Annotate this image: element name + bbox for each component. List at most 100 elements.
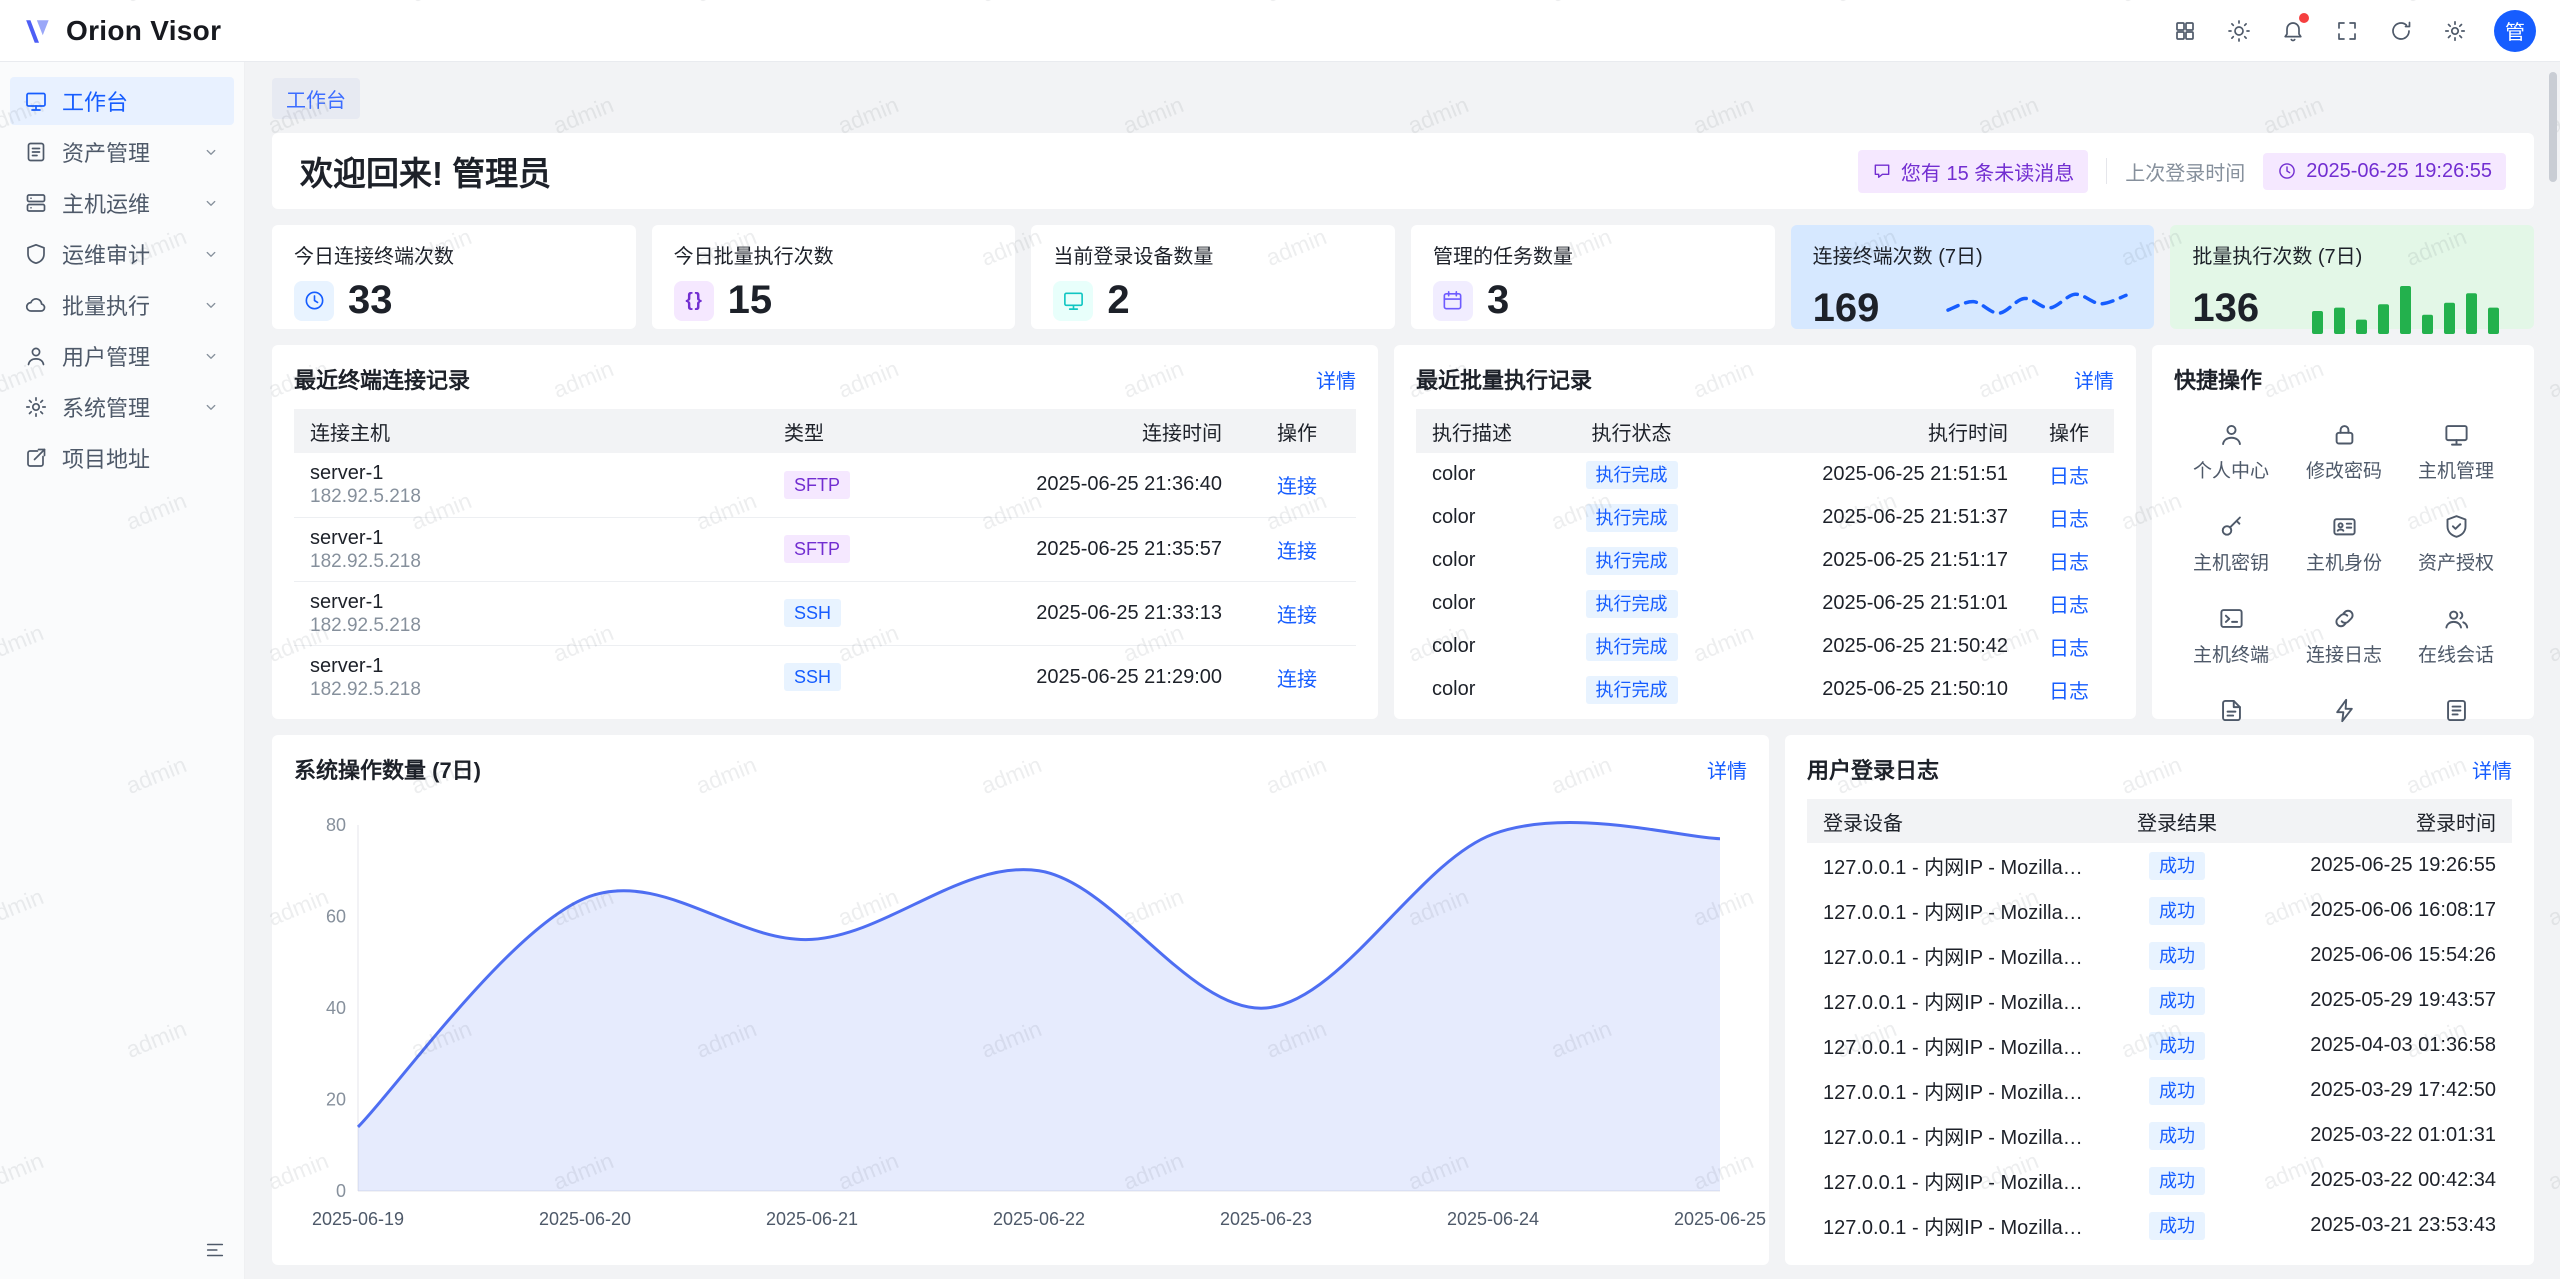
sidebar-item-audit[interactable]: 运维审计 (10, 230, 234, 278)
quick-action-profile[interactable]: 个人中心 (2174, 409, 2288, 495)
notification-bell-icon[interactable] (2270, 8, 2316, 54)
table-header-row: 执行描述 执行状态 执行时间 操作 (1416, 409, 2114, 453)
quick-action-asset-authorization[interactable]: 资产授权 (2400, 501, 2512, 587)
login-result-badge: 成功 (2149, 1077, 2205, 1105)
welcome-banner: 欢迎回来! 管理员 您有 15 条未读消息 上次登录时间 2025-06-25 … (272, 133, 2534, 209)
breadcrumb[interactable]: 工作台 (272, 78, 360, 119)
table-row: color 执行完成 2025-06-25 21:51:01 日志 (1416, 582, 2114, 625)
sidebar-item-project-url[interactable]: 项目地址 (10, 434, 234, 482)
log-link[interactable]: 日志 (2049, 509, 2089, 531)
log-link[interactable]: 日志 (2049, 595, 2089, 617)
fullscreen-icon[interactable] (2324, 8, 2370, 54)
exec-desc: color (1416, 496, 1539, 539)
log-list-icon (2443, 697, 2470, 724)
batch-sparkline-chart (2308, 278, 2512, 338)
sidebar-item-workbench[interactable]: 工作台 (10, 77, 234, 125)
sidebar-item-label: 系统管理 (62, 391, 150, 423)
quick-action-host-keys[interactable]: 主机密钥 (2174, 501, 2288, 587)
login-detail-link[interactable]: 详情 (2472, 755, 2512, 784)
quick-action-host-terminal[interactable]: 主机终端 (2174, 593, 2288, 679)
table-row: color 执行完成 2025-06-25 21:51:37 日志 (1416, 496, 2114, 539)
sidebar-item-user-mgmt[interactable]: 用户管理 (10, 332, 234, 380)
quick-action-label: 主机密钥 (2193, 548, 2269, 575)
col-action: 操作 (1238, 409, 1356, 453)
table-row: color 执行完成 2025-06-25 21:51:51 日志 (1416, 453, 2114, 496)
dashboard-icon (24, 89, 48, 113)
scrollbar-thumb[interactable] (2549, 72, 2557, 182)
sidebar-item-assets[interactable]: 资产管理 (10, 128, 234, 176)
login-result-badge: 成功 (2149, 1167, 2205, 1195)
login-device: 127.0.0.1 - 内网IP - Mozilla/5.0 (Windows … (1807, 1068, 2102, 1113)
protocol-badge: SSH (784, 663, 841, 691)
app-logo[interactable]: Orion Visor (24, 15, 221, 47)
svg-text:2025-06-24: 2025-06-24 (1447, 1209, 1539, 1229)
quick-action-host-management[interactable]: 主机管理 (2400, 409, 2512, 495)
last-login-label: 上次登录时间 (2125, 157, 2245, 186)
connect-link[interactable]: 连接 (1277, 541, 1317, 563)
sidebar-collapse-icon[interactable] (198, 1233, 232, 1267)
audit-shield-icon (24, 242, 48, 266)
terminal-sparkline-chart (1942, 278, 2132, 338)
stats-row: 今日连接终端次数 33 今日批量执行次数 { } 15 当前登录设备数量 2 管… (272, 225, 2534, 329)
sidebar-item-system-mgmt[interactable]: 系统管理 (10, 383, 234, 431)
sidebar-item-batch-exec[interactable]: 批量执行 (10, 281, 234, 329)
quick-action-connection-logs[interactable]: 连接日志 (2288, 593, 2400, 679)
exec-time: 2025-06-25 21:50:10 (1724, 668, 2024, 711)
card-title: 最近批量执行记录 (1416, 363, 1592, 395)
batch-detail-link[interactable]: 详情 (2074, 365, 2114, 394)
stat-value: 2 (1107, 278, 1129, 323)
log-link[interactable]: 日志 (2049, 552, 2089, 574)
exec-time: 2025-06-25 21:51:37 (1724, 496, 2024, 539)
terminal-table: 连接主机 类型 连接时间 操作 server-1182.92.5.218 SFT… (294, 409, 1356, 709)
avatar-text: 管 (2505, 16, 2525, 45)
monitor-icon (2443, 421, 2470, 448)
refresh-icon[interactable] (2378, 8, 2424, 54)
sidebar-item-label: 运维审计 (62, 238, 150, 270)
log-link[interactable]: 日志 (2049, 638, 2089, 660)
login-device: 127.0.0.1 - 内网IP - Mozilla/5.0 (Windows … (1807, 933, 2102, 978)
stat-value: 169 (1813, 286, 1880, 331)
quick-action-label: 主机管理 (2418, 456, 2494, 483)
theme-sun-icon[interactable] (2216, 8, 2262, 54)
stat-card-batch-today: 今日批量执行次数 { } 15 (652, 225, 1016, 329)
last-login-time-badge: 2025-06-25 19:26:55 (2263, 153, 2506, 190)
sidebar-item-label: 项目地址 (62, 442, 150, 474)
stat-card-tasks: 管理的任务数量 3 (1411, 225, 1775, 329)
terminal-detail-link[interactable]: 详情 (1316, 365, 1356, 394)
sidebar-item-label: 主机运维 (62, 187, 150, 219)
link-chain-icon (2331, 605, 2358, 632)
apps-grid-icon[interactable] (2162, 8, 2208, 54)
status-badge: 执行完成 (1586, 504, 1678, 532)
login-time: 2025-06-06 16:08:17 (2252, 888, 2512, 933)
table-row: 127.0.0.1 - 内网IP - Mozilla/5.0 (Windows … (1807, 933, 2512, 978)
connect-link[interactable]: 连接 (1277, 669, 1317, 691)
quick-action-online-sessions[interactable]: 在线会话 (2400, 593, 2512, 679)
svg-text:2025-06-21: 2025-06-21 (766, 1209, 858, 1229)
quick-action-change-password[interactable]: 修改密码 (2288, 409, 2400, 495)
quick-action-label: 主机终端 (2193, 640, 2269, 667)
table-row: 127.0.0.1 - 内网IP - Mozilla/5.0 (Windows … (1807, 1158, 2512, 1203)
login-time: 2025-03-22 01:01:31 (2252, 1113, 2512, 1158)
batch-table: 执行描述 执行状态 执行时间 操作 color 执行完成 2025-06-25 … (1416, 409, 2114, 711)
col-time: 登录时间 (2252, 799, 2512, 843)
log-link[interactable]: 日志 (2049, 681, 2089, 703)
sidebar-item-host-ops[interactable]: 主机运维 (10, 179, 234, 227)
unread-messages-badge[interactable]: 您有 15 条未读消息 (1858, 150, 2088, 193)
login-time: 2025-04-03 01:36:58 (2252, 1023, 2512, 1068)
host-name: server-1 (310, 461, 752, 485)
quick-action-host-identity[interactable]: 主机身份 (2288, 501, 2400, 587)
log-link[interactable]: 日志 (2049, 466, 2089, 488)
connect-link[interactable]: 连接 (1277, 476, 1317, 498)
login-result-badge: 成功 (2149, 852, 2205, 880)
main-content: 工作台 欢迎回来! 管理员 您有 15 条未读消息 上次登录时间 2025-06… (246, 62, 2560, 1279)
user-avatar[interactable]: 管 (2494, 10, 2536, 52)
card-title: 最近终端连接记录 (294, 363, 470, 395)
settings-gear-icon[interactable] (2432, 8, 2478, 54)
chart-detail-link[interactable]: 详情 (1707, 755, 1747, 784)
login-result-badge: 成功 (2149, 1032, 2205, 1060)
shield-check-icon (2443, 513, 2470, 540)
svg-text:80: 80 (326, 815, 346, 835)
card-title: 系统操作数量 (7日) (294, 753, 481, 785)
connect-link[interactable]: 连接 (1277, 605, 1317, 627)
protocol-badge: SFTP (784, 535, 850, 563)
